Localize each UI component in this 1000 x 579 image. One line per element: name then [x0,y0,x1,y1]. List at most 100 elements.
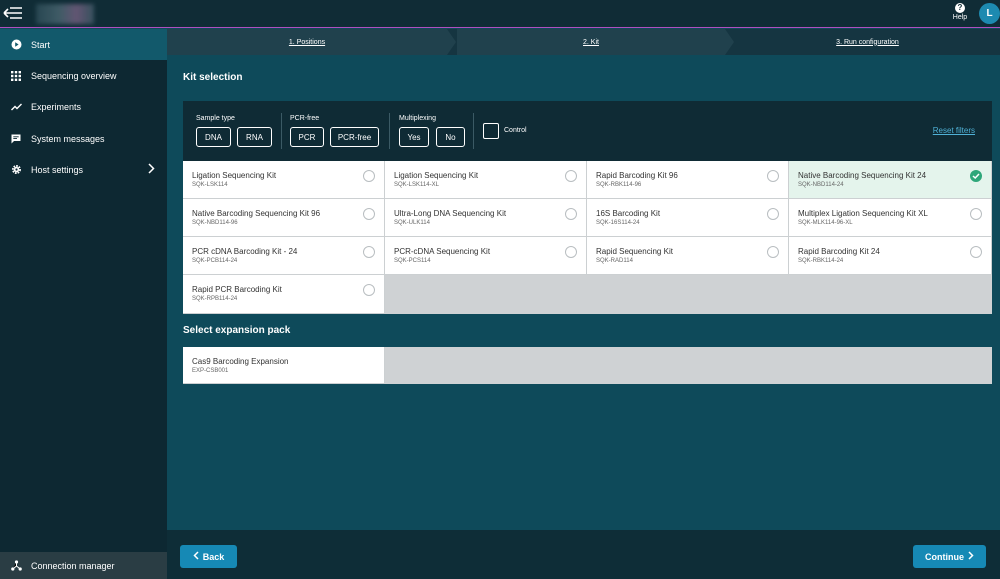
reset-filters-link[interactable]: Reset filters [933,126,975,135]
kit-card-selected[interactable]: Native Barcoding Sequencing Kit 24 SQK-N… [789,161,992,199]
control-checkbox[interactable] [483,123,499,139]
kit-card[interactable]: PCR cDNA Barcoding Kit - 24 SQK-PCB114-2… [183,237,385,275]
kit-name: Rapid Barcoding Kit 96 [596,171,678,180]
step-kit[interactable]: 2. Kit [457,29,725,55]
kit-name: Rapid Sequencing Kit [596,247,673,256]
multiplexing-label: Multiplexing [399,115,436,122]
filter-pcr-button[interactable]: PCR [290,127,324,147]
expansion-card[interactable]: Cas9 Barcoding Expansion EXP-CSB001 [183,347,385,384]
connection-manager[interactable]: Connection manager [0,552,167,579]
kit-name: PCR cDNA Barcoding Kit - 24 [192,247,298,256]
chevron-left-icon [193,551,199,562]
kit-code: SQK-MLK114-96-XL [798,220,853,226]
kit-radio[interactable] [363,208,375,220]
filter-yes-button[interactable]: Yes [399,127,429,147]
kit-code: SQK-16S114-24 [596,220,640,226]
sidebar-item-label: Start [31,39,51,50]
kit-radio[interactable] [565,170,577,182]
kit-radio[interactable] [767,208,779,220]
step-divider [447,29,456,55]
play-circle-icon [9,38,23,52]
back-button[interactable]: Back [180,545,237,568]
kit-name: Rapid Barcoding Kit 24 [798,247,880,256]
filter-no-button[interactable]: No [436,127,465,147]
kit-card[interactable]: Multiplex Ligation Sequencing Kit XL SQK… [789,199,992,237]
kit-radio[interactable] [565,208,577,220]
kit-name: PCR-cDNA Sequencing Kit [394,247,491,256]
sidebar-item-label: Experiments [31,101,82,112]
control-label: Control [504,127,527,134]
kit-code: SQK-LSK114-XL [394,182,439,188]
kit-radio[interactable] [565,246,577,258]
stepper: 1. Positions 2. Kit 3. Run configuration [167,29,1000,55]
check-circle-icon[interactable] [970,170,982,182]
sidebar-item-system-messages[interactable]: System messages [0,123,167,154]
kit-card[interactable]: Rapid Barcoding Kit 24 SQK-RBK114-24 [789,237,992,275]
kit-name: Multiplex Ligation Sequencing Kit XL [798,209,928,218]
kit-radio[interactable] [970,208,982,220]
help-button[interactable]: ? Help [949,3,971,25]
step-divider [725,29,734,55]
expansion-name: Cas9 Barcoding Expansion [192,357,289,366]
kit-card[interactable]: Rapid Sequencing Kit SQK-RAD114 [587,237,789,275]
kit-name: Ligation Sequencing Kit [394,171,479,180]
kit-card[interactable]: Ultra-Long DNA Sequencing Kit SQK-ULK114 [385,199,587,237]
kit-card[interactable]: Native Barcoding Sequencing Kit 96 SQK-N… [183,199,385,237]
kit-radio[interactable] [363,284,375,296]
sample-type-label: Sample type [196,115,235,122]
menu-collapse-icon[interactable] [3,4,23,22]
kit-radio[interactable] [363,170,375,182]
kit-grid: Ligation Sequencing Kit SQK-LSK114 Ligat… [183,161,992,314]
user-avatar[interactable]: L [979,3,1000,24]
kit-code: SQK-NBD114-24 [798,182,844,188]
kit-code: SQK-PCS114 [394,258,431,264]
kit-card[interactable]: Rapid Barcoding Kit 96 SQK-RBK114-96 [587,161,789,199]
filter-divider [281,113,282,149]
chevron-right-icon [968,551,974,562]
kit-code: SQK-LSK114 [192,182,228,188]
continue-button[interactable]: Continue [913,545,986,568]
help-label: Help [952,14,968,21]
kit-selection-title: Kit selection [183,72,243,83]
footer-bar: Back Continue [167,530,1000,579]
kit-name: Rapid PCR Barcoding Kit [192,285,282,294]
kit-card[interactable]: PCR-cDNA Sequencing Kit SQK-PCS114 [385,237,587,275]
kit-radio[interactable] [767,246,779,258]
sidebar-item-sequencing-overview[interactable]: Sequencing overview [0,60,167,91]
kit-card[interactable]: Ligation Sequencing Kit SQK-LSK114 [183,161,385,199]
gear-icon [9,163,23,177]
trend-icon [9,100,23,114]
kit-radio[interactable] [363,246,375,258]
kit-code: SQK-RBK114-96 [596,182,642,188]
step-positions[interactable]: 1. Positions [167,29,447,55]
continue-label: Continue [925,551,964,562]
kit-radio[interactable] [767,170,779,182]
kit-code: SQK-RPB114-24 [192,296,238,302]
brand-logo [36,4,94,24]
kit-radio[interactable] [970,246,982,258]
kit-name: Ultra-Long DNA Sequencing Kit [394,209,507,218]
filter-dna-button[interactable]: DNA [196,127,231,147]
back-label: Back [202,551,225,562]
sidebar-item-label: Sequencing overview [31,70,117,81]
kit-card[interactable]: Rapid PCR Barcoding Kit SQK-RPB114-24 [183,275,385,314]
sidebar-item-host-settings[interactable]: Host settings [0,154,167,185]
kit-name: Ligation Sequencing Kit [192,171,277,180]
chevron-right-icon [148,163,155,176]
sidebar-item-experiments[interactable]: Experiments [0,91,167,122]
kit-card[interactable]: Ligation Sequencing Kit SQK-LSK114-XL [385,161,587,199]
kit-card[interactable]: 16S Barcoding Kit SQK-16S114-24 [587,199,789,237]
filter-rna-button[interactable]: RNA [237,127,272,147]
kit-name: Native Barcoding Sequencing Kit 96 [192,209,321,218]
sidebar-item-start[interactable]: Start [0,29,167,60]
kit-code: SQK-RAD114 [596,258,633,264]
filter-pcr-free-button[interactable]: PCR-free [330,127,379,147]
kit-code: SQK-NBD114-96 [192,220,238,226]
kit-code: SQK-PCB114-24 [192,258,238,264]
network-icon [9,560,23,571]
kit-code: SQK-ULK114 [394,220,430,226]
step-run-configuration[interactable]: 3. Run configuration [735,29,1000,55]
expansion-pack-title: Select expansion pack [183,325,291,336]
expansion-code: EXP-CSB001 [192,368,229,374]
kit-code: SQK-RBK114-24 [798,258,844,264]
